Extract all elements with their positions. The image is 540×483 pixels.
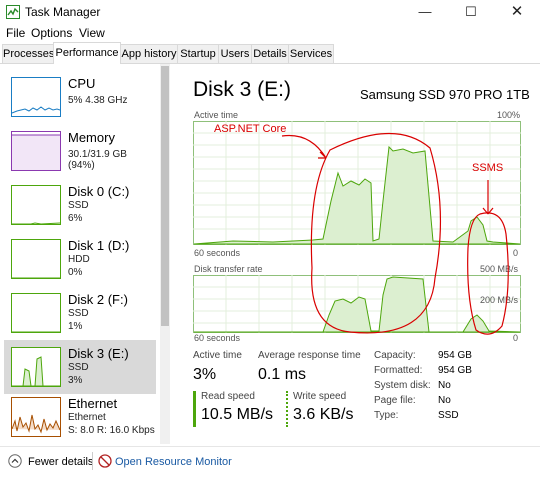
open-resource-monitor-link[interactable]: Open Resource Monitor [115,456,232,468]
read-speed-value: 10.5 MB/s [201,406,274,423]
sidebar-item-cpu[interactable]: CPU 5% 4.38 GHz [4,70,156,124]
property-label: Type: [374,410,399,421]
menu-bar: File Options View [0,24,540,42]
write-speed-value: 3.6 KB/s [293,406,354,423]
property-value: 954 GB [438,365,472,376]
sidebar-item-memory[interactable]: Memory 30.1/31.9 GB (94%) [4,124,156,178]
menu-view[interactable]: View [79,26,105,40]
sidebar-item-label: Disk 2 (F:) [68,292,128,307]
read-speed-label: Read speed [201,391,255,402]
property-label: Formatted: [374,365,423,376]
property-value: No [438,395,451,406]
sidebar-item-sub: SSD [68,308,89,319]
annotation-arrow [281,134,327,159]
sidebar-item-sub: SSD [68,362,89,373]
tab-processes[interactable]: Processes [2,44,54,63]
sidebar-item-label: Disk 3 (E:) [68,346,129,361]
memory-thumbnail-graph [11,131,61,171]
disk-0-thumbnail-graph [11,185,61,225]
menu-file[interactable]: File [6,26,25,40]
sidebar-item-label: Memory [68,130,115,145]
property-label: Capacity: [374,350,416,361]
write-speed-indicator [286,391,288,427]
disk-1-thumbnail-graph [11,239,61,279]
page-title: Disk 3 (E:) [193,78,292,101]
fewer-details-link[interactable]: Fewer details [28,456,93,468]
sidebar-item-label: CPU [68,76,96,91]
sidebar-item-sub: SSD [68,200,89,211]
active-time-value: 3% [193,366,217,383]
sidebar-item-disk-3[interactable]: Disk 3 (E:) SSD 3% [4,340,156,394]
device-model: Samsung SSD 970 PRO 1TB [360,87,530,102]
ethernet-thumbnail-graph [11,397,61,437]
active-time-label: Active time [193,350,242,361]
tab-services[interactable]: Services [288,44,334,63]
tab-app-history[interactable]: App history [120,44,178,63]
sidebar-item-label: Disk 0 (C:) [68,184,130,199]
property-value: No [438,380,451,391]
tab-users[interactable]: Users [218,44,252,63]
sidebar-item-usage: 1% [68,321,83,332]
footer-divider [92,452,93,470]
property-label: Page file: [374,395,416,406]
avg-response-label: Average response time [258,350,361,361]
task-manager-icon [6,5,20,19]
sidebar-item-usage: 6% [68,213,83,224]
property-value: SSD [438,410,459,421]
close-icon[interactable]: ✕ [494,0,540,24]
sidebar: CPU 5% 4.38 GHz Memory 30.1/31.9 GB (94%… [0,64,172,446]
disk-3-thumbnail-graph [11,347,61,387]
sidebar-item-disk-2[interactable]: Disk 2 (F:) SSD 1% [4,286,156,340]
tab-performance[interactable]: Performance [53,42,121,64]
sidebar-item-disk-1[interactable]: Disk 1 (D:) HDD 0% [4,232,156,286]
menu-options[interactable]: Options [31,26,72,40]
annotation-circle-aspnet [310,132,442,334]
sidebar-scroll-thumb[interactable] [161,66,169,326]
chevron-up-icon[interactable] [8,454,22,468]
sidebar-item-disk-0[interactable]: Disk 0 (C:) SSD 6% [4,178,156,232]
minimize-icon[interactable]: — [402,0,448,24]
disk-2-thumbnail-graph [11,293,61,333]
sidebar-item-ethernet[interactable]: Ethernet Ethernet S: 8.0 R: 16.0 Kbps [4,390,156,444]
tab-strip: Processes Performance App history Startu… [0,42,540,64]
sidebar-item-sub: Ethernet [68,412,106,423]
sidebar-item-sub: HDD [68,254,90,265]
sidebar-item-usage: 0% [68,267,83,278]
avg-response-value: 0.1 ms [258,366,307,383]
sidebar-item-sub: 30.1/31.9 GB (94%) [68,149,127,171]
resource-monitor-icon [98,454,112,468]
annotation-circle-ssms [467,212,509,335]
annotation-ssms: SSMS [472,162,504,174]
property-value: 954 GB [438,350,472,361]
annotation-overlay [281,132,509,335]
annotation-arrow [482,180,494,215]
cpu-thumbnail-graph [11,77,61,117]
maximize-icon[interactable]: ☐ [448,0,494,24]
sidebar-item-sub: 5% 4.38 GHz [68,95,128,106]
sidebar-item-usage: S: 8.0 R: 16.0 Kbps [68,425,155,436]
property-label: System disk: [374,380,431,391]
tab-startup[interactable]: Startup [177,44,219,63]
tab-details[interactable]: Details [251,44,289,63]
write-speed-label: Write speed [293,391,347,402]
sidebar-item-usage: 3% [68,375,83,386]
annotation-aspnet-core: ASP.NET Core [214,123,287,135]
sidebar-item-label: Ethernet [68,396,118,411]
read-speed-indicator [193,391,196,427]
window-title: Task Manager [25,5,101,19]
sidebar-item-label: Disk 1 (D:) [68,238,130,253]
